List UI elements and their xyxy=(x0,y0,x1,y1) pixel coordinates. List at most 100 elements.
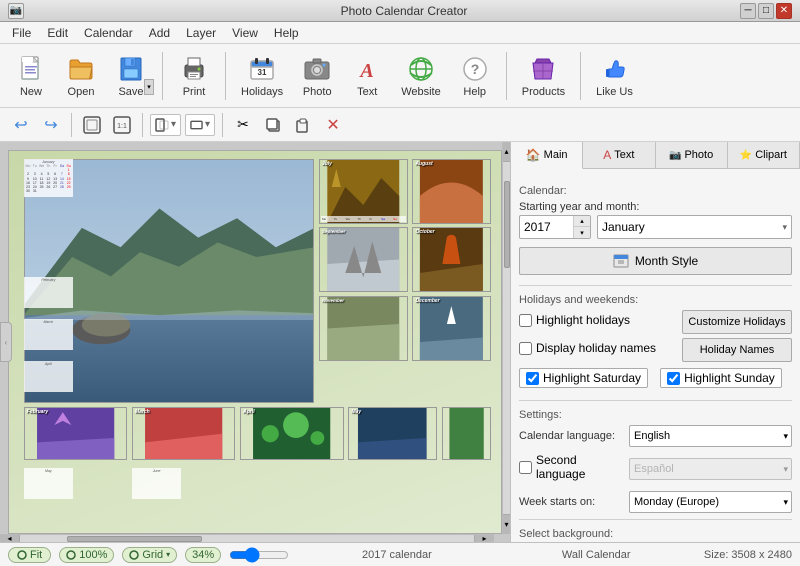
highlight-saturday-row[interactable]: Highlight Saturday xyxy=(519,368,648,388)
save-dropdown-arrow[interactable]: ▾ xyxy=(144,79,154,95)
menu-help[interactable]: Help xyxy=(266,24,307,42)
display-holiday-names-label: Display holiday names xyxy=(536,341,656,355)
main-content: ‹ xyxy=(0,142,800,542)
calendar-section-label: Calendar: xyxy=(519,185,792,197)
second-language-checkbox[interactable] xyxy=(519,461,532,474)
print-button[interactable]: Print xyxy=(171,49,217,103)
like-button[interactable]: Like Us xyxy=(589,49,640,103)
calendar-language-select[interactable]: English xyxy=(629,425,792,447)
calendar-style-icon xyxy=(613,253,629,269)
help-icon: ? xyxy=(459,54,491,84)
cut-button[interactable]: ✂ xyxy=(230,112,256,138)
wall-calendar-label: Wall Calendar xyxy=(562,549,631,561)
new-button[interactable]: New xyxy=(8,49,54,103)
highlight-saturday-checkbox[interactable] xyxy=(526,372,539,385)
print-icon xyxy=(178,54,210,84)
copy-button[interactable] xyxy=(260,112,286,138)
display-holiday-names-checkbox[interactable] xyxy=(519,342,532,355)
paste-button[interactable] xyxy=(290,112,316,138)
app-icon[interactable]: 📷 xyxy=(8,3,24,19)
year-up-button[interactable]: ▴ xyxy=(574,216,590,227)
status-right: Size: 3508 x 2480 xyxy=(704,549,792,561)
month-style-label: Month Style xyxy=(635,254,698,268)
vertical-scrollbar[interactable]: ▴ ▾ xyxy=(502,142,510,534)
display-holiday-names-row[interactable]: Display holiday names xyxy=(519,341,676,355)
minimize-button[interactable]: ─ xyxy=(740,3,756,19)
photo-icon xyxy=(301,54,333,84)
website-button[interactable]: Website xyxy=(394,49,448,103)
tab-text[interactable]: A Text xyxy=(583,142,655,168)
second-language-select[interactable]: Español xyxy=(629,458,792,480)
help-button[interactable]: ? Help xyxy=(452,49,498,103)
horizontal-scrollbar[interactable]: ◂ ▸ xyxy=(0,534,494,542)
svg-text:1:1: 1:1 xyxy=(117,123,127,130)
help-label: Help xyxy=(463,86,486,98)
maximize-button[interactable]: □ xyxy=(758,3,774,19)
customize-holidays-button[interactable]: Customize Holidays xyxy=(682,310,792,334)
toolbar-sep-4 xyxy=(580,52,581,100)
fit-label: Fit xyxy=(30,549,42,561)
menu-layer[interactable]: Layer xyxy=(178,24,224,42)
toolbar-sep-2 xyxy=(225,52,226,100)
orientation-dropdown[interactable]: ▾ xyxy=(185,114,215,136)
fit-icon xyxy=(17,550,27,560)
text-label: Text xyxy=(357,86,377,98)
calendar-language-row: Calendar language: English ▾ xyxy=(519,425,792,447)
grid-button[interactable]: Grid ▾ xyxy=(122,547,177,563)
close-button[interactable]: ✕ xyxy=(776,3,792,19)
text-button[interactable]: A Text xyxy=(344,49,390,103)
zoom-fit-button[interactable] xyxy=(79,112,105,138)
settings-section-label: Settings: xyxy=(519,409,792,421)
menu-calendar[interactable]: Calendar xyxy=(76,24,141,42)
year-down-button[interactable]: ▾ xyxy=(574,227,590,238)
holidays-button[interactable]: 31 Holidays xyxy=(234,49,290,103)
layout-dropdown[interactable]: ▾ xyxy=(150,114,181,136)
holidays-icon: 31 xyxy=(246,54,278,84)
fit-button[interactable]: Fit xyxy=(8,547,51,563)
week-starts-select-wrapper[interactable]: Monday (Europe) ▾ xyxy=(629,491,792,513)
calendar-language-select-wrapper[interactable]: English ▾ xyxy=(629,425,792,447)
menu-edit[interactable]: Edit xyxy=(39,24,76,42)
zoom-slider[interactable] xyxy=(229,547,289,563)
photo-tab-label: Photo xyxy=(684,149,713,161)
holidays-label: Holidays xyxy=(241,86,283,98)
month-style-button[interactable]: Month Style xyxy=(519,247,792,275)
zoom-pct-value: 34% xyxy=(185,547,221,563)
open-icon xyxy=(65,54,97,84)
status-center-text: Wall Calendar xyxy=(505,549,688,561)
second-language-row: Second language Español ▾ xyxy=(519,453,792,485)
holiday-names-button[interactable]: Holiday Names xyxy=(682,338,792,362)
week-starts-select[interactable]: Monday (Europe) xyxy=(629,491,792,513)
highlight-sunday-checkbox[interactable] xyxy=(667,372,680,385)
open-button[interactable]: Open xyxy=(58,49,104,103)
new-label: New xyxy=(20,86,42,98)
zoom-actual-button[interactable]: 1:1 xyxy=(109,112,135,138)
tab-clipart[interactable]: ⭐ Clipart xyxy=(728,142,800,168)
right-panel-content: Calendar: Starting year and month: 2017 … xyxy=(511,169,800,542)
tab-photo[interactable]: 📷 Photo xyxy=(656,142,728,168)
text-tab-icon: A xyxy=(603,148,611,162)
highlight-sunday-row[interactable]: Highlight Sunday xyxy=(660,368,782,388)
highlight-holidays-row[interactable]: Highlight holidays xyxy=(519,313,676,327)
menu-view[interactable]: View xyxy=(224,24,266,42)
tab-main[interactable]: 🏠 Main xyxy=(511,142,583,169)
canvas-area: ‹ xyxy=(0,142,510,542)
menu-file[interactable]: File xyxy=(4,24,39,42)
month-select[interactable]: January ▾ xyxy=(597,215,792,239)
calendar-language-label: Calendar language: xyxy=(519,430,629,442)
photo-button[interactable]: Photo xyxy=(294,49,340,103)
highlight-holidays-label: Highlight holidays xyxy=(536,313,630,327)
save-icon xyxy=(115,54,147,84)
calendar-canvas[interactable]: July MoTuWeThFrSaSu August September xyxy=(8,150,502,534)
second-language-checkbox-row[interactable]: Second language xyxy=(519,453,629,481)
highlight-holidays-checkbox[interactable] xyxy=(519,314,532,327)
zoom-100-button[interactable]: 100% xyxy=(59,547,114,563)
side-handle[interactable]: ‹ xyxy=(0,322,12,362)
undo-button[interactable]: ↩ xyxy=(8,112,34,138)
new-icon xyxy=(15,54,47,84)
svg-text:A: A xyxy=(359,60,374,82)
menu-add[interactable]: Add xyxy=(141,24,178,42)
delete-button[interactable]: ✕ xyxy=(320,112,346,138)
products-button[interactable]: Products xyxy=(515,49,572,103)
redo-button[interactable]: ↪ xyxy=(38,112,64,138)
